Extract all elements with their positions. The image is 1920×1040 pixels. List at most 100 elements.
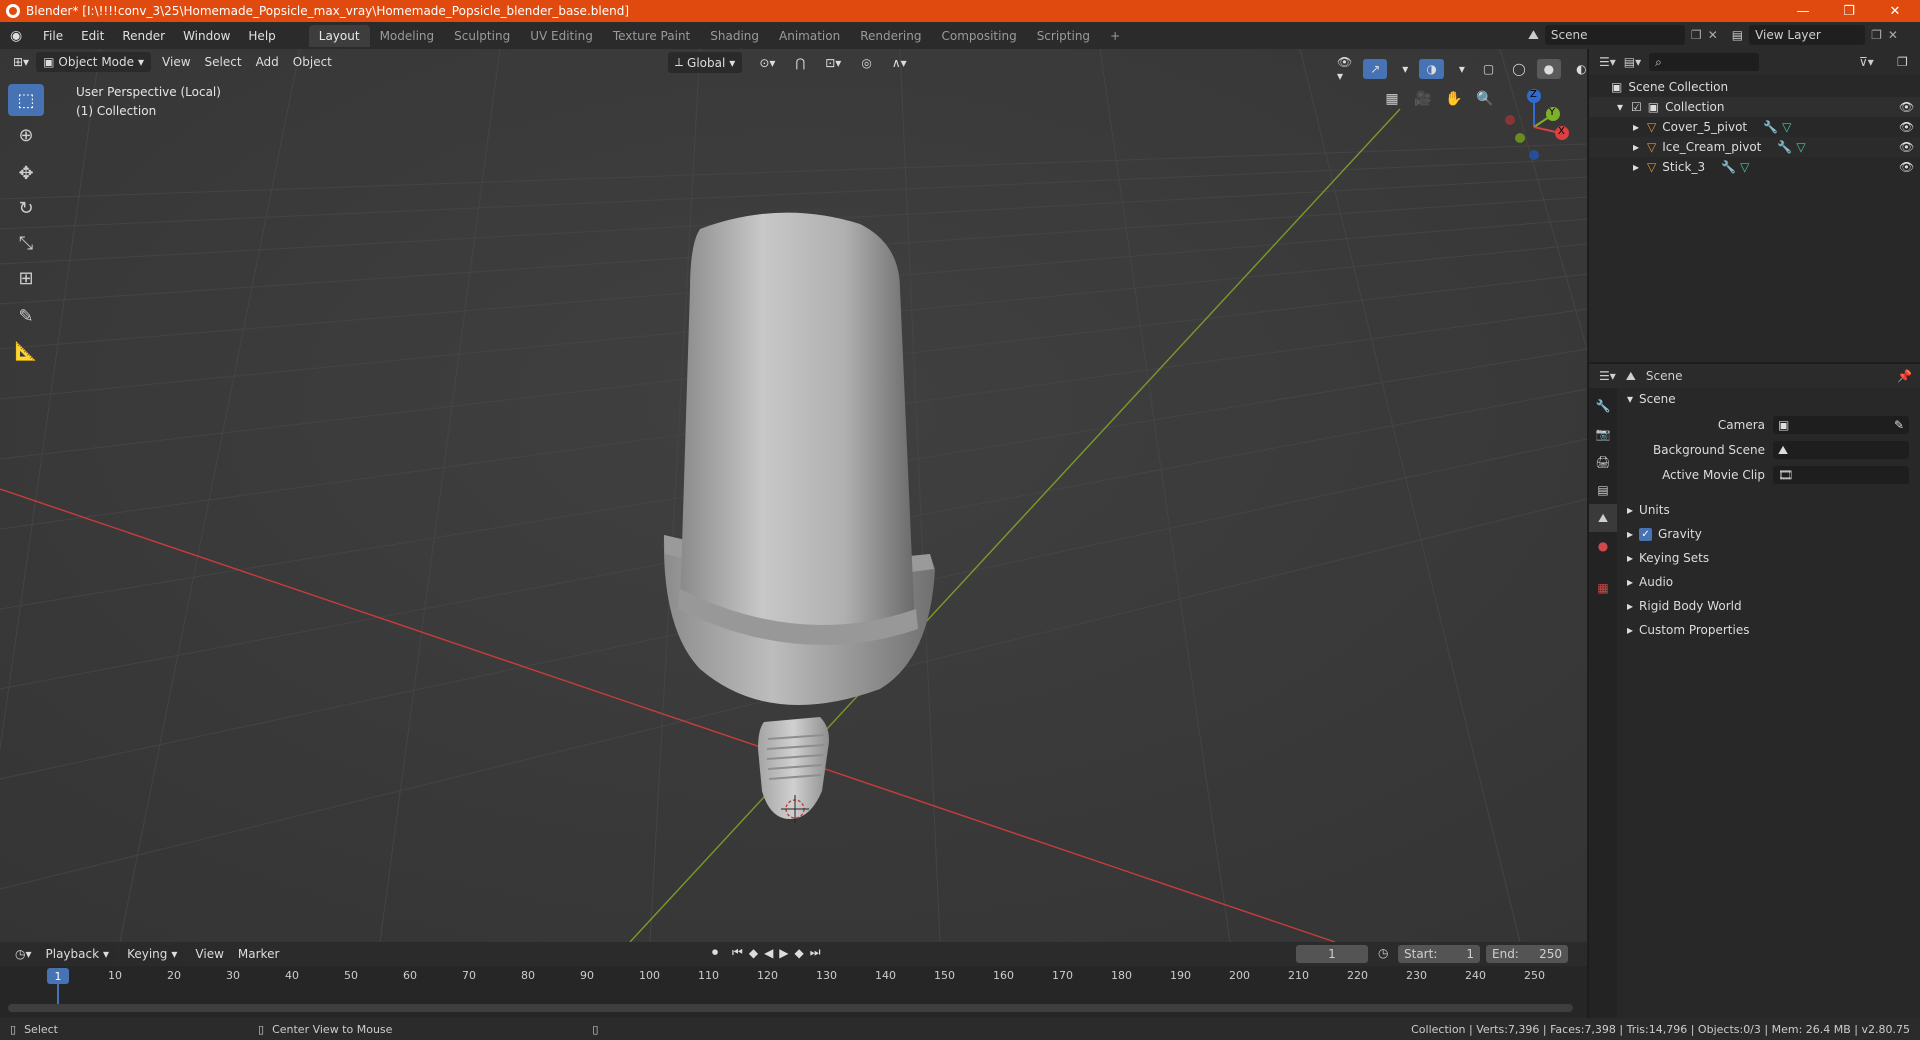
transform-tool-icon[interactable]: ⊞ xyxy=(8,262,44,294)
new-view-layer-icon[interactable]: ❐ xyxy=(1871,28,1882,42)
eye-icon[interactable]: 👁 xyxy=(1899,120,1914,134)
expand-icon[interactable]: ▸ xyxy=(1633,160,1639,174)
eyedropper-icon[interactable]: ✎ xyxy=(1894,418,1904,432)
toggle-ortho-icon[interactable]: ▦ xyxy=(1380,87,1404,111)
overlay-toggle-icon[interactable]: ◑ xyxy=(1419,59,1444,79)
mesh-data-icon[interactable]: ▽ xyxy=(1796,140,1805,154)
mesh-data-icon[interactable]: ▽ xyxy=(1782,120,1791,134)
annotate-tool-icon[interactable]: ✎ xyxy=(8,300,44,332)
record-icon[interactable]: ⏺ xyxy=(712,945,718,960)
jump-end-icon[interactable]: ⏭ xyxy=(810,945,821,960)
cursor-tool-icon[interactable]: ⊕ xyxy=(8,119,44,151)
tab-layout[interactable]: Layout xyxy=(308,24,370,47)
section-audio[interactable]: ▸ Audio xyxy=(1627,575,1673,589)
outliner-search-input[interactable]: ⌕ xyxy=(1649,53,1760,71)
gizmo-dropdown-icon[interactable]: ▾ xyxy=(1395,59,1415,79)
add-workspace-button[interactable]: + xyxy=(1100,25,1130,47)
viewport-menu-select[interactable]: Select xyxy=(198,52,249,72)
new-scene-icon[interactable]: ❐ xyxy=(1691,28,1702,42)
eye-icon[interactable]: 👁 xyxy=(1899,140,1914,154)
outliner-row-stick[interactable]: ▸ ▽ Stick_3 🔧 ▽ 👁 xyxy=(1589,157,1920,177)
tab-modeling[interactable]: Modeling xyxy=(370,25,445,47)
section-gravity[interactable]: ▸ ✓ Gravity xyxy=(1627,527,1702,541)
menu-window[interactable]: Window xyxy=(174,29,239,43)
timeline-menu-view[interactable]: View xyxy=(188,944,230,964)
modifier-wrench-icon[interactable]: 🔧 xyxy=(1721,160,1736,174)
section-custom-properties[interactable]: ▸ Custom Properties xyxy=(1627,623,1749,637)
wireframe-shading-icon[interactable]: ◯ xyxy=(1505,59,1532,79)
background-scene-field[interactable]: ⛰ xyxy=(1773,441,1909,459)
eye-icon[interactable]: 👁 xyxy=(1899,160,1914,174)
transform-orientation-dropdown[interactable]: ⟂ Global ▾ xyxy=(668,52,743,73)
keying-dropdown[interactable]: Keying ▾ xyxy=(120,944,185,964)
active-movie-clip-field[interactable]: 🎞 xyxy=(1773,466,1909,484)
delete-scene-icon[interactable]: ✕ xyxy=(1708,28,1718,42)
gizmo-toggle-icon[interactable]: ↗ xyxy=(1363,59,1388,79)
timeline-track-area[interactable]: 1 10 20 30 40 50 60 70 80 90 100 110 120 130 140 150 16… xyxy=(0,966,1587,1018)
menu-edit[interactable]: Edit xyxy=(72,29,113,43)
tab-compositing[interactable]: Compositing xyxy=(931,25,1026,47)
scene-panel-header[interactable]: ▾ Scene xyxy=(1627,392,1676,406)
pin-icon[interactable]: 📌 xyxy=(1897,369,1912,383)
scale-tool-icon[interactable]: ⤡ xyxy=(8,227,44,259)
outliner-row-cover[interactable]: ▸ ▽ Cover_5_pivot 🔧 ▽ 👁 xyxy=(1589,117,1920,137)
render-tab-icon[interactable]: 📷 xyxy=(1589,420,1617,448)
outliner-row-collection[interactable]: ▾ ☑ ▣ Collection 👁 xyxy=(1589,97,1920,117)
solid-shading-icon[interactable]: ● xyxy=(1536,59,1562,79)
new-collection-icon[interactable]: ❐ xyxy=(1897,55,1908,69)
tab-shading[interactable]: Shading xyxy=(700,25,769,47)
scene-tab-icon[interactable]: ⛰ xyxy=(1589,504,1617,532)
clock-icon[interactable]: ◷ xyxy=(1378,946,1388,960)
menu-file[interactable]: File xyxy=(34,29,72,43)
timeline-menu-marker[interactable]: Marker xyxy=(231,944,286,964)
section-keying-sets[interactable]: ▸ Keying Sets xyxy=(1627,551,1709,565)
properties-editor-icon[interactable]: ☰▾ xyxy=(1599,369,1616,383)
expand-icon[interactable]: ▸ xyxy=(1633,120,1639,134)
viewport-menu-object[interactable]: Object xyxy=(286,52,339,72)
tab-sculpting[interactable]: Sculpting xyxy=(444,25,520,47)
outliner-row-ice-cream[interactable]: ▸ ▽ Ice_Cream_pivot 🔧 ▽ 👁 xyxy=(1589,137,1920,157)
section-units[interactable]: ▸ Units xyxy=(1627,503,1670,517)
modifier-wrench-icon[interactable]: 🔧 xyxy=(1763,120,1778,134)
expand-icon[interactable]: ▸ xyxy=(1633,140,1639,154)
playback-dropdown[interactable]: Playback ▾ xyxy=(38,944,117,964)
tool-tab-icon[interactable]: 🔧 xyxy=(1589,392,1617,420)
section-rigid-body-world[interactable]: ▸ Rigid Body World xyxy=(1627,599,1742,613)
checkbox-icon[interactable]: ☑ xyxy=(1631,100,1642,114)
timeline-scrollbar[interactable] xyxy=(8,1004,1573,1012)
xray-icon[interactable]: ▢ xyxy=(1476,59,1501,79)
zoom-icon[interactable]: 🔍 xyxy=(1473,87,1497,111)
object-mode-dropdown[interactable]: ▣ Object Mode ▾ xyxy=(36,52,152,72)
world-tab-icon[interactable]: ● xyxy=(1589,532,1617,560)
tab-uv-editing[interactable]: UV Editing xyxy=(520,25,603,47)
menu-render[interactable]: Render xyxy=(113,29,174,43)
prev-keyframe-icon[interactable]: ◆ xyxy=(749,946,758,960)
texture-tab-icon[interactable]: ▦ xyxy=(1589,574,1617,602)
select-box-tool-icon[interactable]: ⬚ xyxy=(8,84,44,116)
end-frame-field[interactable]: End: 250 xyxy=(1486,945,1568,963)
filter-icon[interactable]: ⊽▾ xyxy=(1859,55,1874,69)
timeline-editor-icon[interactable]: ◷▾ xyxy=(8,944,39,964)
next-keyframe-icon[interactable]: ◆ xyxy=(795,946,804,960)
current-frame-field[interactable]: 1 xyxy=(1296,945,1368,963)
start-frame-field[interactable]: Start: 1 xyxy=(1398,945,1480,963)
modifier-wrench-icon[interactable]: 🔧 xyxy=(1777,140,1792,154)
play-icon[interactable]: ▶ xyxy=(779,946,788,960)
proportional-edit-icon[interactable]: ◎ xyxy=(854,53,878,73)
tab-texture-paint[interactable]: Texture Paint xyxy=(603,25,700,47)
mesh-data-icon[interactable]: ▽ xyxy=(1740,160,1749,174)
eye-icon[interactable]: 👁 xyxy=(1899,100,1914,114)
camera-field[interactable]: ▣ ✎ xyxy=(1773,416,1909,434)
snap-target-icon[interactable]: ⊡▾ xyxy=(818,53,848,73)
delete-view-layer-icon[interactable]: ✕ xyxy=(1888,28,1898,42)
tab-animation[interactable]: Animation xyxy=(769,25,850,47)
maximize-button[interactable]: ❐ xyxy=(1826,0,1872,22)
gravity-checkbox[interactable]: ✓ xyxy=(1639,527,1653,541)
expand-icon[interactable]: ▾ xyxy=(1617,100,1623,114)
camera-view-icon[interactable]: 🎥 xyxy=(1411,87,1435,111)
tab-scripting[interactable]: Scripting xyxy=(1027,25,1100,47)
3d-viewport[interactable] xyxy=(0,49,1587,942)
menu-help[interactable]: Help xyxy=(239,29,284,43)
display-mode-icon[interactable]: ▤▾ xyxy=(1624,55,1641,69)
measure-tool-icon[interactable]: 📐 xyxy=(8,335,44,367)
